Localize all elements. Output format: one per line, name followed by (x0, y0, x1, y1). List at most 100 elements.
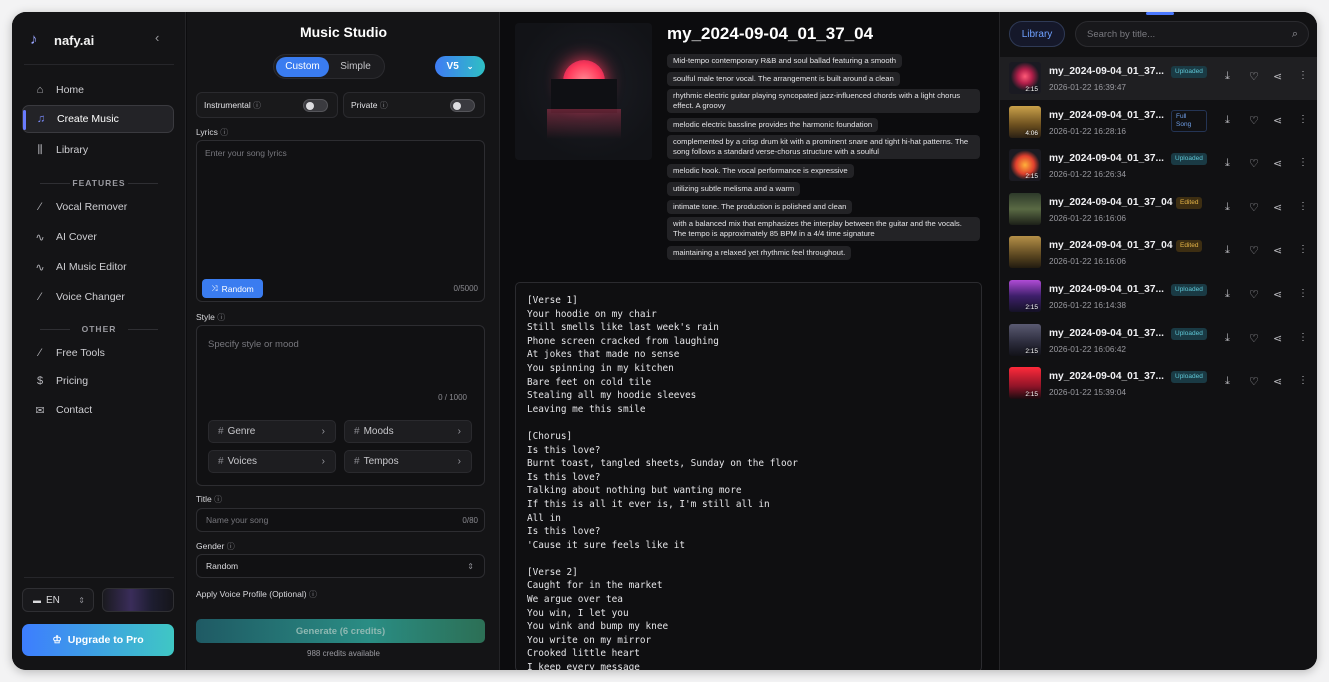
song-detail: my_2024-09-04_01_37_04 Mid-tempo contemp… (501, 12, 998, 670)
download-icon[interactable]: ⤓ (1225, 114, 1230, 127)
song-thumbnail[interactable]: 2:15 (1009, 367, 1041, 400)
mode-switch: Custom Simple (273, 54, 385, 79)
share-icon[interactable]: ⋖ (1273, 201, 1282, 214)
version-select[interactable]: V5 ⌄ (435, 56, 485, 77)
sidebar-item-ai-cover[interactable]: ∿ AI Cover (22, 223, 174, 251)
library-item[interactable]: 2:15 my_2024-09-04_01_37... 2026-01-22 16:… (1000, 275, 1317, 318)
collapse-sidebar-icon[interactable]: ‹ (155, 30, 159, 45)
heart-icon[interactable]: ♡ (1249, 114, 1259, 127)
sidebar-item-free-tools[interactable]: ⁄ Free Tools (22, 339, 174, 367)
share-icon[interactable]: ⋖ (1273, 114, 1282, 127)
song-thumbnail[interactable] (1009, 192, 1041, 225)
heart-icon[interactable]: ♡ (1249, 375, 1259, 388)
lyrics-display[interactable]: [Verse 1] Your hoodie on my chair Still … (515, 282, 982, 670)
sidebar-item-ai-music-editor[interactable]: ∿ AI Music Editor (22, 253, 174, 281)
share-icon[interactable]: ⋖ (1273, 288, 1282, 301)
share-icon[interactable]: ⋖ (1273, 375, 1282, 388)
library-item[interactable]: 2:15 my_2024-09-04_01_37... 2026-01-22 16:… (1000, 319, 1317, 362)
library-item[interactable]: my_2024-09-04_01_37_04 2026-01-22 16:16:0… (1000, 231, 1317, 274)
library-item[interactable]: my_2024-09-04_01_37_04 2026-01-22 16:16:0… (1000, 188, 1317, 231)
heart-icon[interactable]: ♡ (1249, 201, 1259, 214)
lyrics-textarea[interactable]: Enter your song lyrics ⤨ Random 0/5000 (196, 140, 485, 302)
share-icon[interactable]: ⋖ (1273, 332, 1282, 345)
heart-icon[interactable]: ♡ (1249, 332, 1259, 345)
random-button[interactable]: ⤨ Random (202, 279, 263, 298)
library-item[interactable]: 2:15 my_2024-09-04_01_37... 2026-01-22 16:… (1000, 144, 1317, 187)
status-badge: Uploaded (1171, 66, 1207, 78)
genre-chip[interactable]: # Genre › (208, 420, 336, 443)
search-input[interactable]: Search by title... ⌕ (1075, 21, 1309, 47)
style-counter: 0 / 1000 (438, 393, 467, 402)
moods-chip[interactable]: # Moods › (344, 420, 472, 443)
more-icon[interactable]: ⋮ (1298, 332, 1308, 343)
song-thumbnail[interactable]: 4:06 (1009, 105, 1041, 138)
more-icon[interactable]: ⋮ (1298, 114, 1308, 125)
sidebar-item-create-music[interactable]: ♫ Create Music (22, 105, 174, 133)
download-icon[interactable]: ⤓ (1225, 288, 1230, 301)
language-select[interactable]: ▬ EN ⇕ (22, 588, 94, 612)
sidebar-item-pricing[interactable]: $ Pricing (22, 367, 174, 395)
sidebar-item-voice-changer[interactable]: ⁄ Voice Changer (22, 283, 174, 311)
sidebar-item-label: Free Tools (56, 347, 105, 359)
tab-custom[interactable]: Custom (276, 56, 329, 77)
download-icon[interactable]: ⤓ (1225, 201, 1230, 214)
more-icon[interactable]: ⋮ (1298, 201, 1308, 212)
download-icon[interactable]: ⤓ (1225, 244, 1230, 257)
style-placeholder: Specify style or mood (208, 339, 299, 350)
info-icon: ⓘ (220, 128, 229, 137)
brand[interactable]: ♪ nafy.ai (30, 28, 94, 52)
more-icon[interactable]: ⋮ (1298, 288, 1308, 299)
instrumental-toggle[interactable] (303, 99, 328, 112)
more-icon[interactable]: ⋮ (1298, 375, 1308, 386)
more-icon[interactable]: ⋮ (1298, 70, 1308, 81)
song-title: my_2024-09-04_01_37... (1049, 109, 1164, 121)
song-thumbnail[interactable]: 2:15 (1009, 149, 1041, 182)
song-thumbnail[interactable] (1009, 236, 1041, 269)
more-icon[interactable]: ⋮ (1298, 157, 1308, 168)
more-icon[interactable]: ⋮ (1298, 244, 1308, 255)
status-badge: Uploaded (1171, 153, 1207, 166)
info-icon: ⓘ (250, 100, 262, 110)
tempos-chip[interactable]: # Tempos › (344, 450, 472, 473)
private-toggle[interactable] (450, 99, 475, 112)
waveform-icon: ∿ (35, 231, 45, 244)
title-label: Title ⓘ (196, 494, 222, 505)
upgrade-button[interactable]: ♔ Upgrade to Pro (22, 624, 174, 656)
app-window: ♪ nafy.ai ‹ ⌂ Home ♫ Create Music ⫼ Libr… (12, 12, 1317, 670)
chevron-down-icon: ⌄ (466, 62, 474, 71)
download-icon[interactable]: ⤓ (1225, 375, 1230, 388)
download-icon[interactable]: ⤓ (1225, 332, 1230, 345)
download-icon[interactable]: ⤓ (1225, 70, 1230, 83)
download-icon[interactable]: ⤓ (1225, 157, 1230, 170)
share-icon[interactable]: ⋖ (1273, 244, 1282, 257)
song-thumbnail[interactable]: 2:15 (1009, 323, 1041, 356)
song-thumbnail[interactable]: 2:15 (1009, 62, 1041, 94)
sidebar-item-label: Create Music (57, 113, 119, 125)
heart-icon[interactable]: ♡ (1249, 70, 1259, 83)
song-thumbnail[interactable]: 2:15 (1009, 280, 1041, 312)
voices-chip[interactable]: # Voices › (208, 450, 336, 473)
tab-library[interactable]: Library (1009, 21, 1065, 47)
account-avatar[interactable] (102, 588, 174, 612)
library-item[interactable]: 2:15 my_2024-09-04_01_37... 2026-01-22 15:… (1000, 362, 1317, 405)
heart-icon[interactable]: ♡ (1249, 288, 1259, 301)
sidebar-item-library[interactable]: ⫼ Library (22, 136, 174, 164)
gender-select[interactable]: Random ⇕ (196, 554, 485, 578)
title-input[interactable]: Name your song 0/80 (196, 508, 485, 532)
info-icon: ⓘ (377, 100, 388, 110)
share-icon[interactable]: ⋖ (1273, 157, 1282, 170)
tab-simple[interactable]: Simple (329, 57, 382, 77)
sidebar-item-vocal-remover[interactable]: ⁄ Vocal Remover (22, 193, 174, 221)
heart-icon[interactable]: ♡ (1249, 244, 1259, 257)
sidebar-item-contact[interactable]: ✉ Contact (22, 396, 174, 424)
sidebar-item-home[interactable]: ⌂ Home (22, 76, 174, 104)
song-duration: 2:15 (1025, 304, 1038, 311)
share-icon[interactable]: ⋖ (1273, 70, 1282, 83)
heart-icon[interactable]: ♡ (1249, 157, 1259, 170)
generate-button[interactable]: Generate (6 credits) (196, 619, 485, 643)
info-icon: ⓘ (308, 590, 317, 599)
library-item[interactable]: 4:06 my_2024-09-04_01_37... 2026-01-22 16:… (1000, 101, 1317, 144)
cover-art[interactable] (515, 23, 652, 160)
library-item[interactable]: 2:15 my_2024-09-04_01_37... 2026-01-22 16:… (1000, 57, 1317, 100)
chevron-right-icon: › (321, 426, 325, 437)
